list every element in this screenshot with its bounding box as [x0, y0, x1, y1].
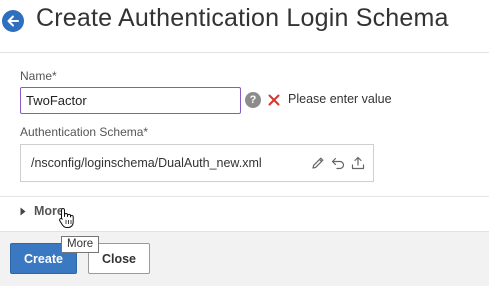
- pencil-icon[interactable]: [310, 155, 326, 171]
- close-x-icon: [268, 91, 280, 109]
- section-divider: [0, 196, 489, 197]
- schema-field: /nsconfig/loginschema/DualAuth_new.xml: [20, 144, 374, 182]
- schema-label: Authentication Schema*: [20, 125, 149, 139]
- schema-value: /nsconfig/loginschema/DualAuth_new.xml: [31, 156, 262, 170]
- page-header: Create Authentication Login Schema: [0, 0, 489, 50]
- more-tooltip: More: [61, 236, 100, 253]
- page-title: Create Authentication Login Schema: [36, 4, 449, 32]
- help-icon[interactable]: ?: [245, 92, 261, 108]
- name-label: Name*: [20, 69, 57, 83]
- back-button[interactable]: [2, 10, 24, 32]
- upload-icon[interactable]: [350, 155, 366, 171]
- arrow-left-icon: [7, 15, 19, 27]
- name-error-message: Please enter value: [288, 92, 392, 106]
- hand-pointer-icon: [58, 207, 76, 229]
- caret-right-icon: [20, 207, 26, 215]
- form-panel: [0, 52, 489, 230]
- undo-icon[interactable]: [330, 155, 346, 171]
- name-input[interactable]: [20, 87, 241, 114]
